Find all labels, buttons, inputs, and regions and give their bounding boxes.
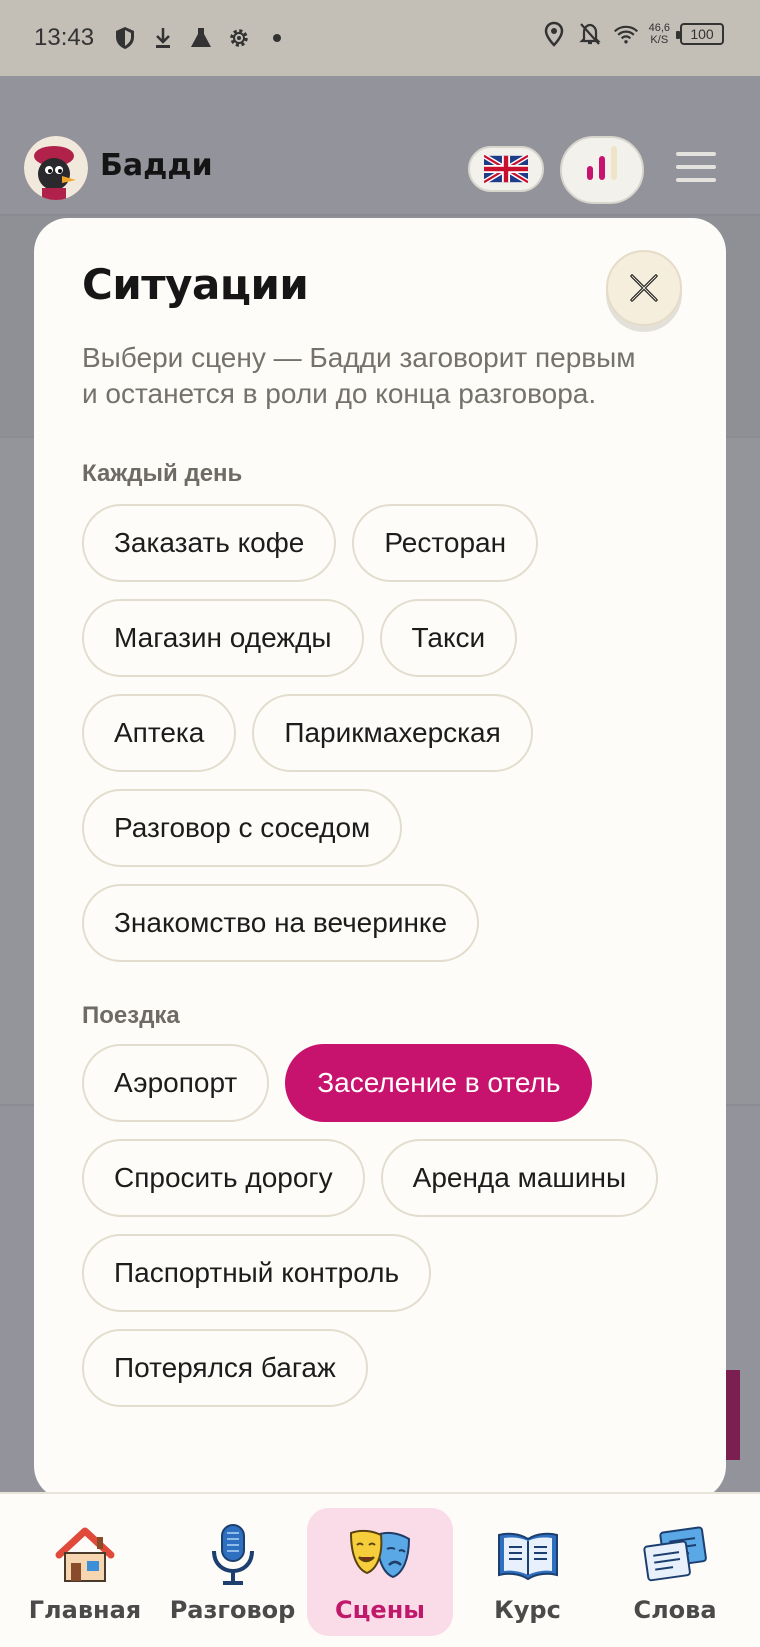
open-book-icon [495,1522,561,1588]
dot-icon [264,24,290,52]
nav-label: Слова [633,1596,717,1624]
cards-icon [642,1522,708,1588]
level-button[interactable] [560,136,644,204]
language-button[interactable] [468,146,544,192]
chip-lost-luggage[interactable]: Потерялся багаж [82,1329,368,1407]
flask-icon [188,24,214,52]
close-icon [630,274,658,302]
nav-label: Разговор [169,1596,296,1624]
chip-hairdresser[interactable]: Парикмахерская [252,694,533,772]
bell-off-icon [577,20,603,48]
menu-line [676,165,716,169]
chip-order-coffee[interactable]: Заказать кофе [82,504,337,582]
nav-label: Главная [28,1596,142,1624]
location-icon [541,20,567,48]
bottom-nav: Главная Разговор Сцены Курс Слова [0,1492,760,1647]
microphone-icon [200,1522,266,1588]
menu-button[interactable] [676,152,716,182]
chip-ask-directions[interactable]: Спросить дорогу [82,1139,365,1217]
chip-pharmacy[interactable]: Аптека [82,694,237,772]
chips-everyday: Заказать кофе Ресторан Магазин одежды Та… [82,504,682,962]
chip-restaurant[interactable]: Ресторан [352,504,539,582]
menu-line [676,152,716,156]
chip-hotel-checkin[interactable]: Заселение в отель [285,1044,593,1122]
nav-label: Сцены [335,1596,425,1624]
situations-modal: Ситуации Выбери сцену — Бадди заговорит … [34,218,726,1500]
status-bar: 13:43 46,6 K/S 100 [0,0,760,76]
battery-indicator: 100 [676,23,724,45]
shield-icon [112,24,138,52]
status-time: 13:43 [34,24,95,51]
chip-passport-control[interactable]: Паспортный контроль [82,1234,432,1312]
nav-conversation[interactable]: Разговор [160,1508,306,1636]
download-icon [150,24,176,52]
nav-home[interactable]: Главная [12,1508,158,1636]
section-label-everyday: Каждый день [82,460,243,487]
chip-party-meeting[interactable]: Знакомство на вечеринке [82,884,480,962]
level-bar-1 [587,166,593,180]
chip-neighbor-talk[interactable]: Разговор с соседом [82,789,403,867]
chip-car-rental[interactable]: Аренда машины [380,1139,659,1217]
section-label-trip: Поездка [82,1002,180,1029]
menu-line [676,178,716,182]
avatar[interactable] [24,136,88,200]
close-button[interactable] [606,250,682,326]
nav-label: Курс [494,1596,561,1624]
level-bar-3 [611,146,617,180]
chip-clothing-store[interactable]: Магазин одежды [82,599,364,677]
uk-flag-icon [484,155,528,183]
app-name: Бадди [100,148,213,183]
level-bar-2 [599,156,605,180]
gear-icon [226,24,252,52]
net-speed-value: 46,6 [648,22,670,34]
chip-taxi[interactable]: Такси [379,599,518,677]
nav-scenes[interactable]: Сцены [307,1508,453,1636]
chip-airport[interactable]: Аэропорт [82,1044,270,1122]
theater-masks-icon [347,1522,413,1588]
app-header [0,76,760,216]
house-icon [52,1522,118,1588]
chips-trip: Аэропорт Заселение в отель Спросить доро… [82,1044,682,1407]
wifi-icon [613,20,639,48]
nav-course[interactable]: Курс [455,1508,601,1636]
modal-subtitle: Выбери сцену — Бадди заговорит первым и … [82,342,636,409]
modal-title: Ситуации [82,260,309,309]
net-speed: 46,6 K/S [649,22,670,46]
nav-words[interactable]: Слова [602,1508,748,1636]
net-speed-unit: K/S [650,34,669,46]
